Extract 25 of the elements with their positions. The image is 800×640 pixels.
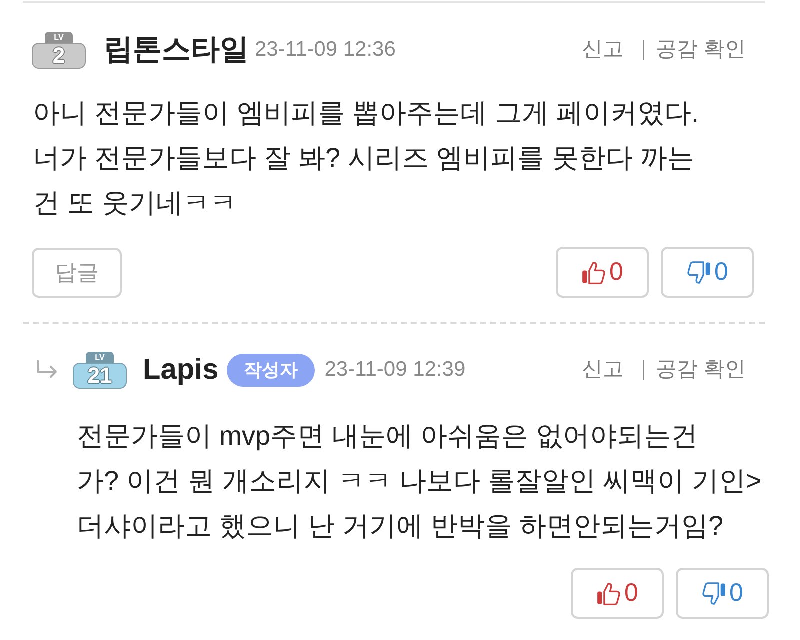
comment-date: 23-11-09 12:36 xyxy=(255,38,396,62)
level-badge: 2 xyxy=(32,42,86,68)
level-tag: LV xyxy=(86,352,114,362)
level-badge: 21 xyxy=(73,362,127,388)
reply-button[interactable]: 답글 xyxy=(32,248,122,298)
username: 립톤스타일 xyxy=(104,33,249,68)
level-tag: LV xyxy=(45,32,73,42)
comment-text: 아니 전문가들이 엠비피를 뽑아주는데 그게 페이커였다. 너가 전문가들보다 잘 봐? 시리즈 엠비피를 못한다 까는 건 또 웃기네ㅋㅋ xyxy=(33,97,700,220)
reply-arrow-icon xyxy=(35,360,58,380)
like-button[interactable]: 0 xyxy=(571,568,664,619)
thumbs-up-icon xyxy=(596,582,621,606)
thumbs-up-icon xyxy=(582,260,606,284)
comment-date: 23-11-09 12:39 xyxy=(324,358,466,382)
report-link[interactable]: 신고 xyxy=(582,360,644,380)
dislike-button[interactable]: 0 xyxy=(676,568,769,619)
likes-link[interactable]: 공감 확인 xyxy=(643,360,746,380)
like-button[interactable]: 0 xyxy=(556,247,649,298)
dislike-button[interactable]: 0 xyxy=(661,247,754,298)
report-link[interactable]: 신고 xyxy=(582,40,644,60)
likes-link[interactable]: 공감 확인 xyxy=(643,40,746,60)
thumbs-down-icon xyxy=(686,260,711,284)
thumbs-down-icon xyxy=(702,582,726,606)
author-tag: 작성자 xyxy=(226,354,315,386)
comment-text: 전문가들이 mvp주면 내눈에 아쉬움은 없어야되는건 가? 이건 뭔 개소리지 ㅋㅋ 나보다 롤잘알인 씨맥이 기인> 더샤이라고 했으니 난 거기에 반박을 하면안되는거임? xyxy=(77,420,763,543)
username: Lapis xyxy=(143,354,219,386)
